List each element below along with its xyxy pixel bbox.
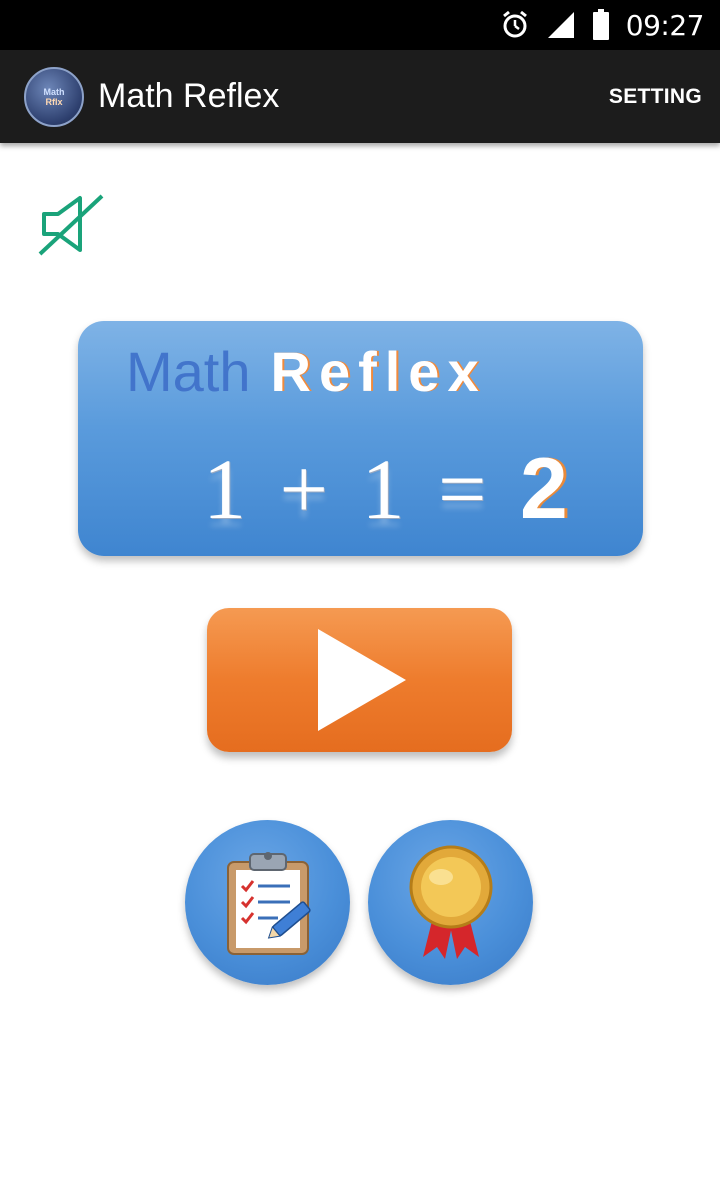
signal-icon bbox=[546, 10, 576, 40]
play-button[interactable] bbox=[207, 608, 512, 752]
speaker-muted-icon bbox=[38, 194, 104, 256]
banner-title: Math Reflex bbox=[126, 339, 487, 404]
play-icon bbox=[317, 629, 406, 731]
math-reflex-banner: Math Reflex 1 + 1 = 2 bbox=[78, 321, 643, 556]
app-bar: Math Rflx Math Reflex SETTING bbox=[0, 50, 720, 143]
scores-button[interactable] bbox=[185, 820, 350, 985]
banner-equation: 1 + 1 = 2 bbox=[203, 439, 574, 539]
battery-icon bbox=[592, 9, 610, 41]
math-reflex-logo-icon: Math Rflx bbox=[24, 66, 84, 127]
alarm-icon bbox=[500, 10, 530, 40]
banner-word-math: Math bbox=[126, 340, 251, 403]
achievements-button[interactable] bbox=[368, 820, 533, 985]
banner-word-reflex: Reflex bbox=[270, 340, 487, 403]
banner-equation-answer: 2 bbox=[520, 441, 574, 537]
app-title: Math Reflex bbox=[98, 77, 280, 115]
banner-equation-lhs: 1 + 1 = bbox=[203, 441, 493, 537]
medal-icon bbox=[409, 845, 492, 959]
status-time: 09:27 bbox=[625, 8, 705, 42]
sound-toggle-button[interactable] bbox=[36, 192, 108, 258]
setting-button[interactable]: SETTING bbox=[609, 85, 702, 109]
status-bar: 09:27 bbox=[0, 0, 720, 50]
clipboard-icon bbox=[226, 851, 311, 955]
